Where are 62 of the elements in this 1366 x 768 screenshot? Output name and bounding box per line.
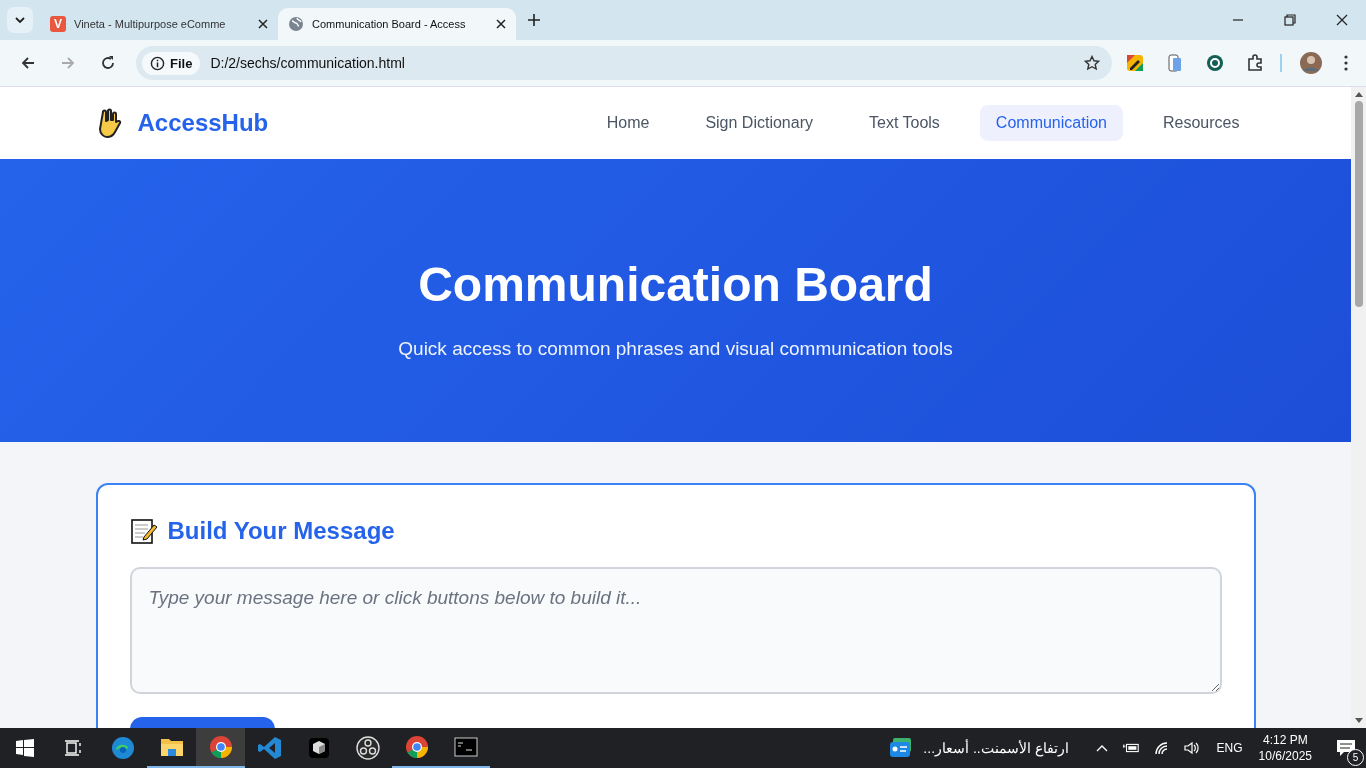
brand-name[interactable]: AccessHub <box>137 109 269 137</box>
wifi-icon[interactable] <box>1153 741 1170 755</box>
extensions-icon[interactable] <box>1246 54 1264 72</box>
phone-icon[interactable] <box>1166 54 1184 72</box>
volume-icon[interactable] <box>1183 741 1200 755</box>
globe-icon <box>288 16 304 32</box>
scroll-up-icon[interactable] <box>1354 91 1363 97</box>
chevron-down-icon <box>14 14 26 26</box>
windows-icon <box>15 739 34 757</box>
code-editor-icon <box>257 736 282 760</box>
avatar-icon[interactable] <box>1300 52 1322 74</box>
hero-subtitle: Quick access to common phrases and visual communication tools <box>397 338 954 360</box>
close-icon[interactable] <box>496 19 506 29</box>
nav-link[interactable]: Communication <box>979 105 1123 141</box>
chrome-icon <box>404 735 429 759</box>
back-icon[interactable] <box>20 55 36 71</box>
nav-link[interactable]: Home <box>590 105 666 141</box>
nav-link[interactable]: Resources <box>1147 105 1256 141</box>
obs-icon <box>355 736 380 760</box>
hero-title: Communication Board <box>417 257 934 312</box>
address-bar[interactable]: File D:/2/sechs/communication.html <box>136 46 1112 80</box>
tab-title: Communication Board - Access <box>312 18 467 30</box>
clock-time[interactable]: 4:12 PM <box>1262 732 1308 748</box>
scrollbar-thumb[interactable] <box>1354 101 1363 307</box>
close-icon[interactable] <box>1336 14 1348 26</box>
notification-button[interactable]: 5 <box>1326 728 1366 768</box>
news-headline[interactable]: ارتفاع الأسمنت.. أسعار... <box>923 740 1069 756</box>
task-view-icon <box>64 739 83 757</box>
clock-date[interactable]: 10/6/2025 <box>1258 748 1312 764</box>
url-text: D:/2/sechs/communication.html <box>210 55 406 71</box>
scroll-down-icon[interactable] <box>1354 718 1363 724</box>
menu-icon[interactable] <box>1344 55 1348 71</box>
terminal-icon <box>453 735 478 759</box>
memo-icon <box>129 517 158 545</box>
browser-tab[interactable]: V Vineta - Multipurpose eComme <box>40 8 278 40</box>
browser-tab[interactable]: Communication Board - Access <box>278 8 516 40</box>
new-tab-icon[interactable] <box>528 14 540 26</box>
site-info-chip[interactable]: File <box>142 51 201 75</box>
battery-icon[interactable] <box>1121 742 1140 754</box>
tab-list-button[interactable] <box>7 7 33 33</box>
nav-link[interactable]: Sign Dictionary <box>689 105 829 141</box>
tab-title: Vineta - Multipurpose eComme <box>74 18 227 30</box>
reload-icon[interactable] <box>100 55 116 71</box>
notification-count: 5 <box>1347 749 1364 766</box>
eyedropper-icon[interactable] <box>1126 54 1144 72</box>
taskbar-app[interactable] <box>196 728 245 768</box>
cube-icon <box>306 736 331 760</box>
restore-icon[interactable] <box>1284 14 1296 26</box>
close-icon[interactable] <box>258 19 268 29</box>
scheme-label: File <box>170 55 193 71</box>
chrome-icon <box>208 735 233 759</box>
g-circle-icon[interactable] <box>1206 54 1224 72</box>
chevron-up-icon[interactable] <box>1095 744 1108 752</box>
section-title: Build Your Message <box>167 517 395 545</box>
message-input[interactable]: Type your message here or click buttons below to build it... <box>129 567 1222 694</box>
news-icon <box>889 737 914 759</box>
star-icon[interactable] <box>1084 55 1100 71</box>
info-icon <box>150 55 165 71</box>
nav-link[interactable]: Text Tools <box>853 105 956 141</box>
edge-icon <box>110 736 135 760</box>
favicon-icon: V <box>50 16 66 32</box>
language-indicator[interactable]: ENG <box>1216 741 1243 755</box>
